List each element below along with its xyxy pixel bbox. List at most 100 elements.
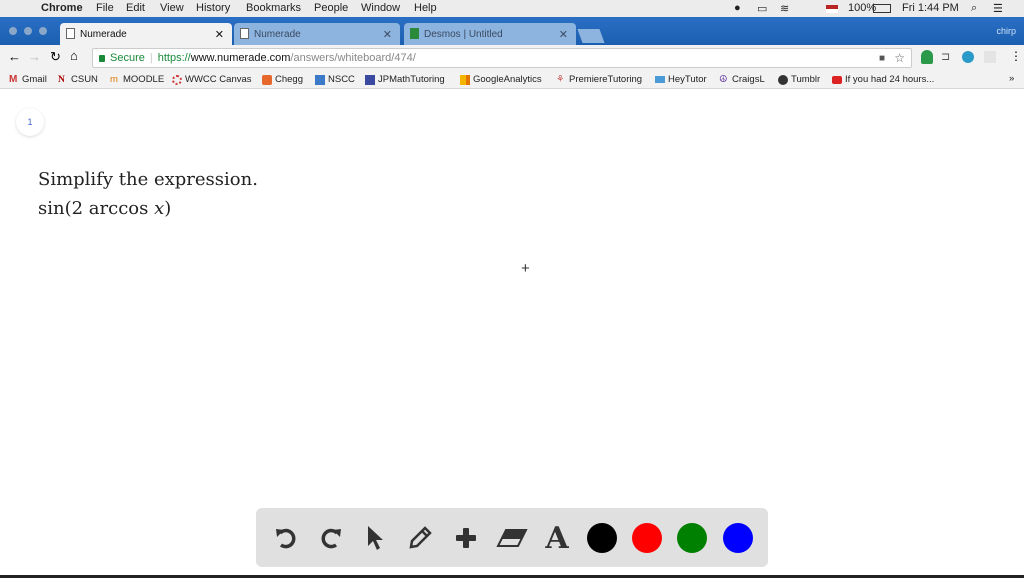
status-icon[interactable]: ● — [734, 2, 741, 14]
text-tool-button[interactable]: A — [541, 521, 573, 556]
color-green-swatch[interactable] — [677, 523, 707, 553]
bookmark-label: Tumblr — [791, 74, 821, 85]
browser-toolbar: ← → ↻ ⌂ Secure | https:// www.numerade.c… — [0, 45, 1024, 70]
address-bar[interactable]: Secure | https:// www.numerade.com /answ… — [92, 48, 912, 68]
url-scheme: https:// — [157, 52, 191, 64]
bookmark-youtube[interactable]: If you had 24 hours... — [832, 74, 934, 85]
menu-view[interactable]: View — [160, 2, 184, 14]
bookmark-label: HeyTutor — [668, 74, 707, 85]
undo-button[interactable] — [270, 522, 302, 554]
menu-chrome[interactable]: Chrome — [41, 2, 83, 14]
add-shape-button[interactable] — [450, 522, 482, 554]
menu-window[interactable]: Window — [361, 2, 400, 14]
bookmark-googleanalytics[interactable]: GoogleAnalytics — [460, 74, 542, 85]
menu-history[interactable]: History — [196, 2, 230, 14]
menu-edit[interactable]: Edit — [126, 2, 145, 14]
notification-center-icon[interactable]: ☰ — [993, 2, 1003, 15]
bookmark-craigsl[interactable]: ☮ CraigsL — [719, 74, 765, 85]
menu-help[interactable]: Help — [414, 2, 437, 14]
airplay-icon[interactable]: ▭ — [757, 2, 767, 15]
reload-icon[interactable]: ↻ — [50, 49, 61, 65]
question-instruction: Simplify the expression. — [38, 169, 258, 190]
menu-file[interactable]: File — [96, 2, 114, 14]
bookmark-wwcc-canvas[interactable]: WWCC Canvas — [172, 74, 252, 85]
tab-desmos[interactable]: Desmos | Untitled ✕ — [404, 23, 576, 45]
url-host: www.numerade.com — [190, 52, 291, 64]
bookmark-label: MOODLE — [123, 74, 165, 85]
select-tool-button[interactable] — [359, 522, 391, 554]
lock-icon — [99, 54, 105, 62]
minimize-window-button[interactable] — [24, 27, 32, 35]
eraser-tool-button[interactable] — [496, 522, 528, 554]
extension-eye-icon[interactable] — [962, 51, 974, 63]
tab-numerade[interactable]: Numerade ✕ — [234, 23, 400, 45]
bookmark-star-icon[interactable]: ☆ — [894, 51, 905, 65]
bookmark-moodle[interactable]: m MOODLE — [110, 74, 164, 85]
close-window-button[interactable] — [9, 27, 17, 35]
bookmark-label: Chegg — [275, 74, 303, 85]
whiteboard-canvas[interactable]: 1 Simplify the expression. sin(2 arccos … — [0, 90, 1024, 575]
more-bookmarks-icon[interactable]: » — [1009, 73, 1014, 84]
bookmark-chegg[interactable]: Chegg — [262, 74, 303, 85]
tab-strip: Numerade ✕ Numerade ✕ Desmos | Untitled … — [0, 17, 1024, 45]
mac-menu-bar: Chrome File Edit View History Bookmarks … — [0, 0, 1024, 17]
url-path: /answers/whiteboard/474/ — [290, 52, 416, 64]
close-tab-icon[interactable]: ✕ — [383, 28, 392, 41]
bookmark-jpmathtutoring[interactable]: JPMathTutoring — [365, 74, 445, 85]
bookmark-label: CSUN — [71, 74, 98, 85]
plus-icon — [456, 528, 476, 548]
redo-button[interactable] — [315, 522, 347, 554]
pen-tool-button[interactable] — [404, 522, 436, 554]
tab-label: Desmos | Untitled — [424, 28, 503, 40]
eraser-icon — [496, 529, 528, 547]
bookmark-label: WWCC Canvas — [185, 74, 252, 85]
bookmark-premieretutoring[interactable]: ⚘ PremiereTutoring — [556, 74, 642, 85]
bookmark-label: If you had 24 hours... — [845, 74, 935, 85]
wifi-icon[interactable]: ≋ — [780, 2, 789, 15]
chrome-menu-icon[interactable]: ⋮ — [1010, 49, 1022, 63]
expression-variable: x — [154, 198, 165, 219]
menu-people[interactable]: People — [314, 2, 348, 14]
cast-icon[interactable]: ⊐ — [941, 50, 950, 63]
page-icon — [240, 28, 249, 39]
secure-label: Secure — [110, 52, 145, 64]
color-black-swatch[interactable] — [587, 523, 617, 553]
color-red-swatch[interactable] — [632, 523, 662, 553]
tab-label: Numerade — [80, 28, 127, 40]
bookmark-gmail[interactable]: M Gmail — [9, 74, 47, 85]
extension-icon[interactable] — [984, 51, 996, 63]
color-blue-swatch[interactable] — [723, 523, 753, 553]
menu-bookmarks[interactable]: Bookmarks — [246, 2, 301, 14]
forward-icon[interactable]: → — [28, 49, 41, 64]
close-tab-icon[interactable]: ✕ — [215, 28, 224, 41]
profile-name[interactable]: chirp — [996, 26, 1016, 36]
back-icon[interactable]: ← — [8, 49, 21, 64]
bookmark-heytutor[interactable]: HeyTutor — [655, 74, 707, 85]
question-text: Simplify the expression. sin(2 arccos x) — [38, 165, 258, 223]
battery-percent[interactable]: 100% — [848, 2, 876, 14]
bookmark-nscc[interactable]: NSCC — [315, 74, 355, 85]
pointer-arrow-icon — [368, 526, 383, 550]
page-number-badge[interactable]: 1 — [16, 108, 44, 136]
tab-label: Numerade — [254, 28, 301, 40]
bookmark-csun[interactable]: N CSUN — [58, 74, 98, 85]
flag-icon[interactable] — [826, 5, 838, 13]
home-icon[interactable]: ⌂ — [70, 48, 78, 63]
expression-prefix: sin(2 arccos — [38, 198, 155, 219]
zoom-window-button[interactable] — [39, 27, 47, 35]
expression-suffix: ) — [164, 198, 172, 219]
battery-icon — [873, 4, 891, 13]
close-tab-icon[interactable]: ✕ — [559, 28, 568, 41]
extension-icon[interactable] — [921, 50, 933, 64]
redo-icon — [321, 528, 341, 549]
crosshair-cursor-icon: + — [521, 260, 530, 277]
clock[interactable]: Fri 1:44 PM — [902, 2, 959, 14]
page-icon — [66, 28, 75, 39]
tab-numerade-active[interactable]: Numerade ✕ — [60, 23, 232, 45]
bookmark-tumblr[interactable]: Tumblr — [778, 74, 820, 85]
bookmark-label: NSCC — [328, 74, 355, 85]
new-tab-button[interactable] — [577, 29, 605, 43]
whiteboard-toolbar: A — [256, 508, 768, 567]
camera-icon[interactable]: ■ — [879, 53, 885, 64]
spotlight-icon[interactable]: ⌕ — [971, 2, 977, 15]
